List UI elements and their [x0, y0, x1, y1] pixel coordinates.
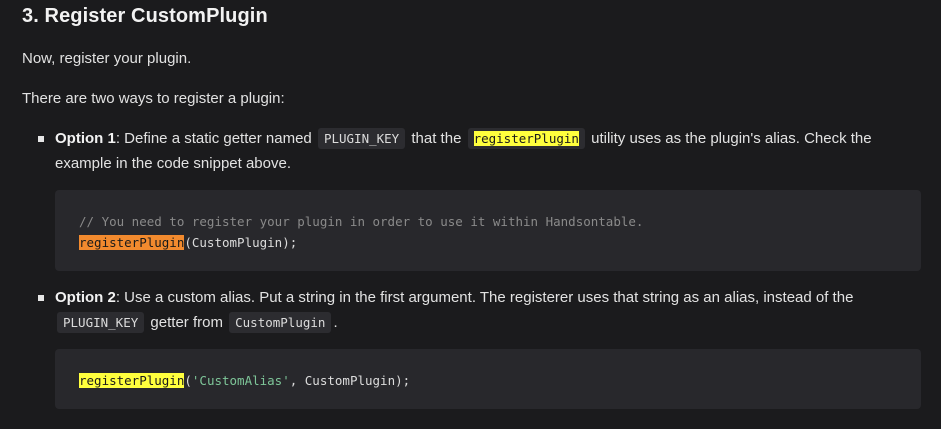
search-highlight: registerPlugin	[473, 131, 579, 146]
code-comment: // You need to register your plugin in o…	[79, 214, 644, 229]
search-highlight-active: registerPlugin	[79, 235, 185, 250]
option-1-text: : Define a static getter named	[115, 130, 316, 147]
option-2-text: .	[333, 314, 338, 331]
option-2-label: Option 2	[55, 289, 116, 306]
option-2-text: getter from	[146, 314, 228, 331]
custom-plugin-code: CustomPlugin	[229, 312, 332, 333]
documentation-page: 3. Register CustomPlugin Now, register y…	[0, 0, 941, 429]
code-line: registerPlugin('CustomAlias', CustomPlug…	[79, 373, 410, 388]
option-1-label: Option 1	[55, 130, 116, 147]
bullet-marker	[38, 295, 44, 301]
code-block-1: // You need to register your plugin in o…	[55, 190, 921, 271]
option-2-list-item: Option 2: Use a custom alias. Put a stri…	[55, 285, 915, 335]
intro-paragraph: Now, register your plugin.	[22, 50, 192, 67]
code-paren: (	[184, 373, 192, 388]
plugin-key-code: PLUGIN_KEY	[317, 128, 406, 149]
plugin-key-code: PLUGIN_KEY	[57, 312, 145, 333]
option-2-text: : Use a custom alias. Put a string in th…	[115, 289, 854, 306]
ways-paragraph: There are two ways to register a plugin:	[22, 90, 285, 107]
code-string: 'CustomAlias'	[191, 373, 290, 388]
section-heading: 3. Register CustomPlugin	[22, 5, 268, 27]
option-1-list-item: Option 1: Define a static getter named P…	[55, 126, 915, 176]
code-args: , CustomPlugin);	[289, 373, 411, 388]
code-block-2: registerPlugin('CustomAlias', CustomPlug…	[55, 349, 921, 409]
register-plugin-code: registerPlugin	[467, 128, 585, 149]
code-args: (CustomPlugin);	[184, 235, 298, 250]
option-1-text: that the	[407, 130, 466, 147]
code-line: registerPlugin(CustomPlugin);	[79, 235, 297, 250]
bullet-marker	[38, 136, 44, 142]
search-highlight: registerPlugin	[79, 373, 185, 388]
